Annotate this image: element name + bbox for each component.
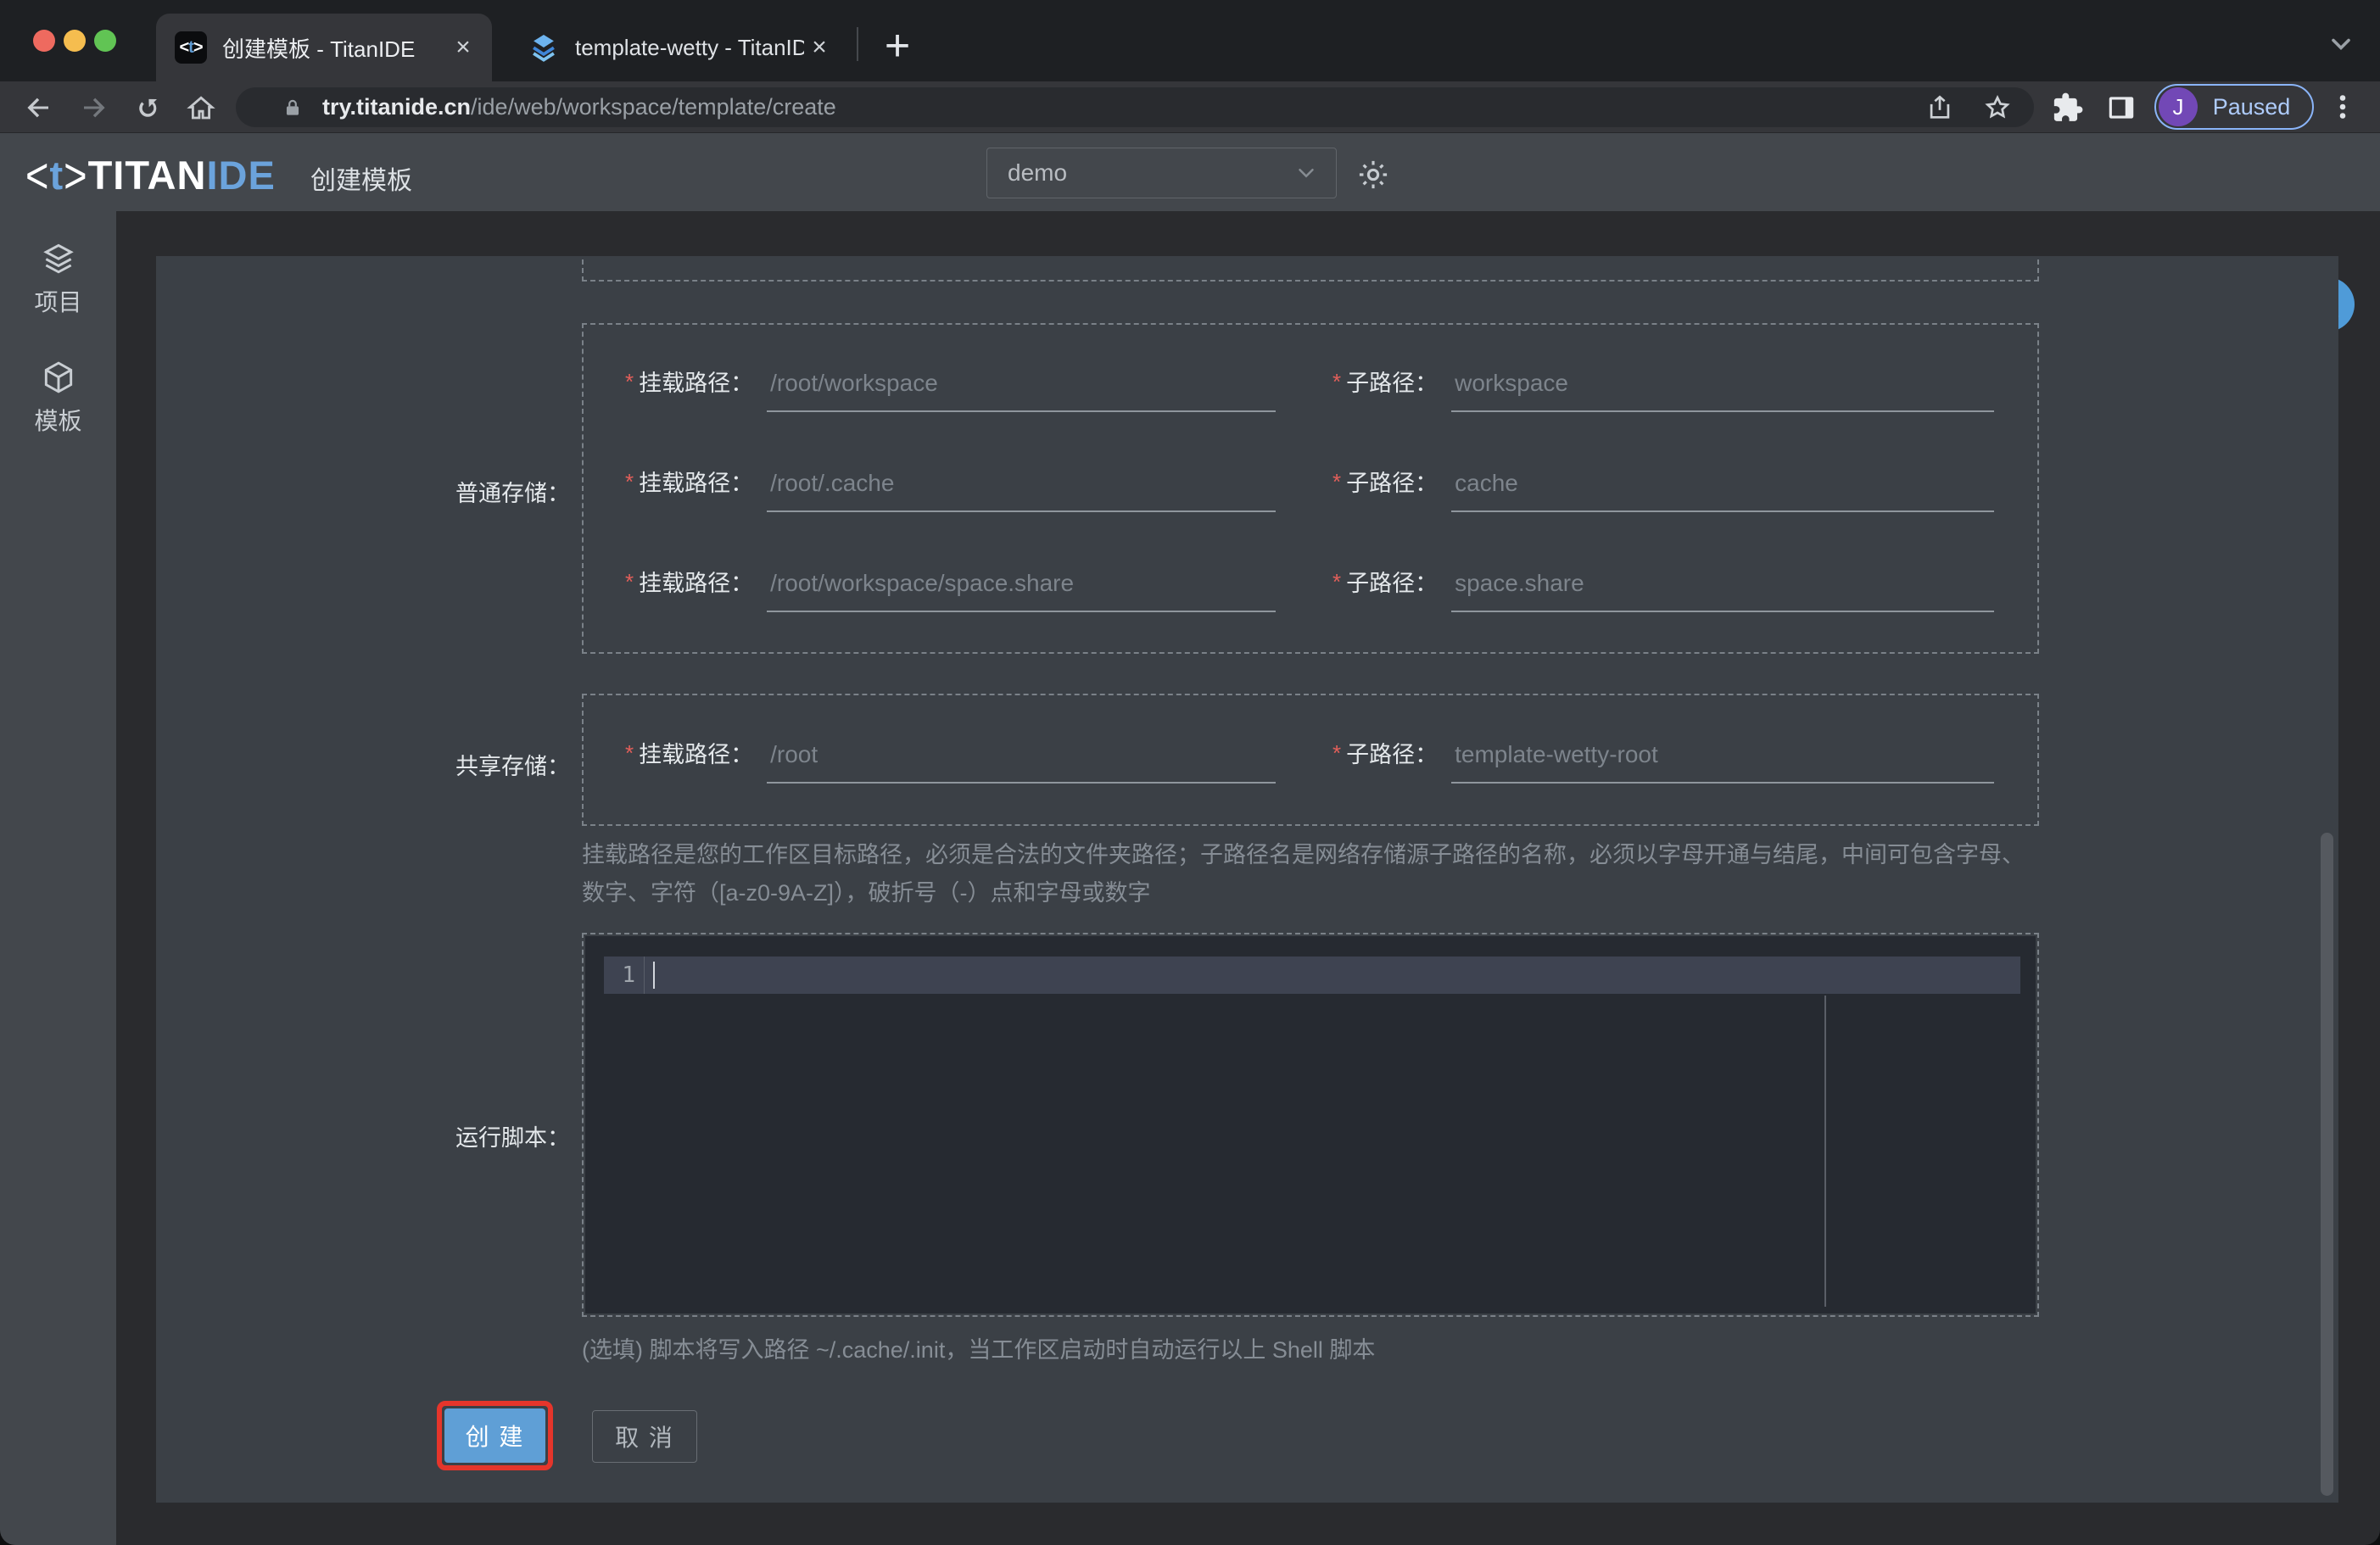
profile-status: Paused [2212, 93, 2291, 120]
tab-search-chevron-icon[interactable] [2326, 29, 2356, 59]
shared-storage-group: * 挂载路径： * 子路径： [582, 694, 2039, 826]
tab-divider [857, 27, 858, 61]
scrollbar-thumb[interactable] [2321, 833, 2333, 1496]
script-code-editor[interactable]: 1 [585, 936, 2036, 1314]
required-mark: * [625, 569, 634, 594]
sidebar-item-templates[interactable]: 模板 [0, 359, 116, 437]
extensions-puzzle-icon[interactable] [2052, 92, 2084, 124]
editor-column-ruler [1824, 996, 1826, 1307]
storage-row: * 挂载路径： * 子路径： [584, 365, 2037, 412]
path-help-text: 挂载路径是您的工作区目标路径，必须是合法的文件夹路径；子路径名是网络存储源子路径… [582, 842, 2025, 906]
required-mark: * [1332, 469, 1342, 494]
sub-path-label: 子路径： [1346, 371, 1439, 396]
mount-path-input[interactable] [767, 370, 1277, 412]
back-button[interactable] [21, 91, 55, 125]
line-number: 1 [604, 957, 645, 994]
mount-path-label: 挂载路径： [639, 471, 754, 496]
run-script-group: 1 [582, 933, 2039, 1317]
editor-current-line: 1 [604, 957, 2020, 994]
tab-template-wetty[interactable]: template-wetty - TitanIDE × [509, 14, 848, 81]
chevron-down-icon [1299, 169, 1314, 178]
tab-close-icon[interactable]: × [448, 32, 478, 63]
new-tab-button[interactable]: + [874, 22, 921, 70]
workspace-select-value: demo [1008, 159, 1068, 186]
normal-storage-group: * 挂载路径： * 子路径： * 挂载路径： * 子路径 [582, 323, 2039, 654]
mount-path-input[interactable] [767, 741, 1277, 784]
sidebar-item-label: 项目 [34, 289, 82, 315]
required-mark: * [625, 469, 634, 494]
side-panel-icon[interactable] [2105, 92, 2137, 124]
reload-button[interactable] [131, 91, 165, 125]
sidebar-item-label: 模板 [34, 408, 82, 434]
maximize-window-button[interactable] [94, 30, 116, 52]
template-favicon-icon [533, 34, 555, 62]
previous-group-box [582, 256, 2039, 282]
share-icon[interactable] [1925, 93, 1954, 122]
browser-menu-icon[interactable] [2327, 92, 2358, 124]
storage-row: * 挂载路径： * 子路径： [584, 565, 2037, 612]
required-mark: * [1332, 740, 1342, 766]
app-header: <t>TITANIDE 创建模板 demo ? 演 [0, 132, 2380, 332]
tab-title: 创建模板 - TitanIDE [222, 36, 416, 62]
required-mark: * [625, 369, 634, 394]
close-window-button[interactable] [33, 30, 55, 52]
titanide-logo: <t>TITANIDE [25, 147, 276, 204]
tab-create-template[interactable]: < t > 创建模板 - TitanIDE × [156, 14, 492, 81]
sub-path-input[interactable] [1451, 470, 1995, 512]
storage-row: * 挂载路径： * 子路径： [584, 736, 2037, 784]
mount-path-label: 挂载路径： [639, 371, 754, 396]
profile-paused-button[interactable]: J Paused [2154, 84, 2314, 130]
workspace-settings-gear-icon[interactable] [1355, 157, 1391, 192]
storage-row: * 挂载路径： * 子路径： [584, 465, 2037, 512]
create-button[interactable]: 创 建 [444, 1408, 545, 1463]
mount-path-label: 挂载路径： [639, 571, 754, 596]
browser-toolbar: try.titanide.cn/ide/web/workspace/templa… [0, 81, 2380, 132]
required-mark: * [625, 740, 634, 766]
tab-title: template-wetty - TitanIDE [575, 34, 804, 60]
sub-path-input[interactable] [1451, 370, 1995, 412]
home-button[interactable] [184, 91, 218, 125]
required-mark: * [1332, 369, 1342, 394]
mount-path-input[interactable] [767, 470, 1277, 512]
cancel-button[interactable]: 取 消 [592, 1410, 697, 1463]
sub-path-input[interactable] [1451, 570, 1995, 612]
tab-close-icon[interactable]: × [804, 32, 835, 63]
sub-path-input[interactable] [1451, 741, 1995, 784]
page-title: 创建模板 [310, 167, 412, 195]
forward-button[interactable] [77, 91, 111, 125]
script-help-text: (选填) 脚本将写入路径 ~/.cache/.init，当工作区启动时自动运行以… [582, 1337, 1376, 1363]
action-highlight-annotation: 创 建 [437, 1401, 553, 1470]
shared-storage-label: 共享存储： [455, 754, 570, 779]
workspace-select[interactable]: demo [986, 148, 1337, 198]
address-bar[interactable]: try.titanide.cn/ide/web/workspace/templa… [236, 87, 2034, 127]
bookmark-star-icon[interactable] [1983, 93, 2012, 122]
required-mark: * [1332, 569, 1342, 594]
tab-strip: < t > 创建模板 - TitanIDE × template-wetty - T… [0, 0, 2380, 81]
minimize-window-button[interactable] [64, 30, 86, 52]
normal-storage-label: 普通存储： [455, 481, 570, 506]
sub-path-label: 子路径： [1346, 571, 1439, 596]
titanide-favicon-icon: < t > [175, 31, 207, 64]
sidebar: 项目 模板 [0, 211, 116, 1545]
mount-path-label: 挂载路径： [639, 742, 754, 767]
cube-icon [44, 361, 72, 393]
layers-icon [42, 243, 74, 274]
mount-path-input[interactable] [767, 570, 1277, 612]
profile-avatar: J [2159, 87, 2198, 126]
sidebar-item-projects[interactable]: 项目 [0, 240, 116, 318]
sub-path-label: 子路径： [1346, 471, 1439, 496]
run-script-label: 运行脚本： [455, 1125, 570, 1151]
editor-caret [653, 962, 655, 989]
sub-path-label: 子路径： [1346, 742, 1439, 767]
browser-window: < t > 创建模板 - TitanIDE × template-wetty - T… [0, 0, 2380, 1545]
lock-icon [286, 99, 299, 115]
url-text: try.titanide.cn/ide/web/workspace/templa… [322, 94, 836, 120]
create-template-form: 普通存储： * 挂载路径： * 子路径： * 挂载路径： [156, 256, 2338, 1503]
